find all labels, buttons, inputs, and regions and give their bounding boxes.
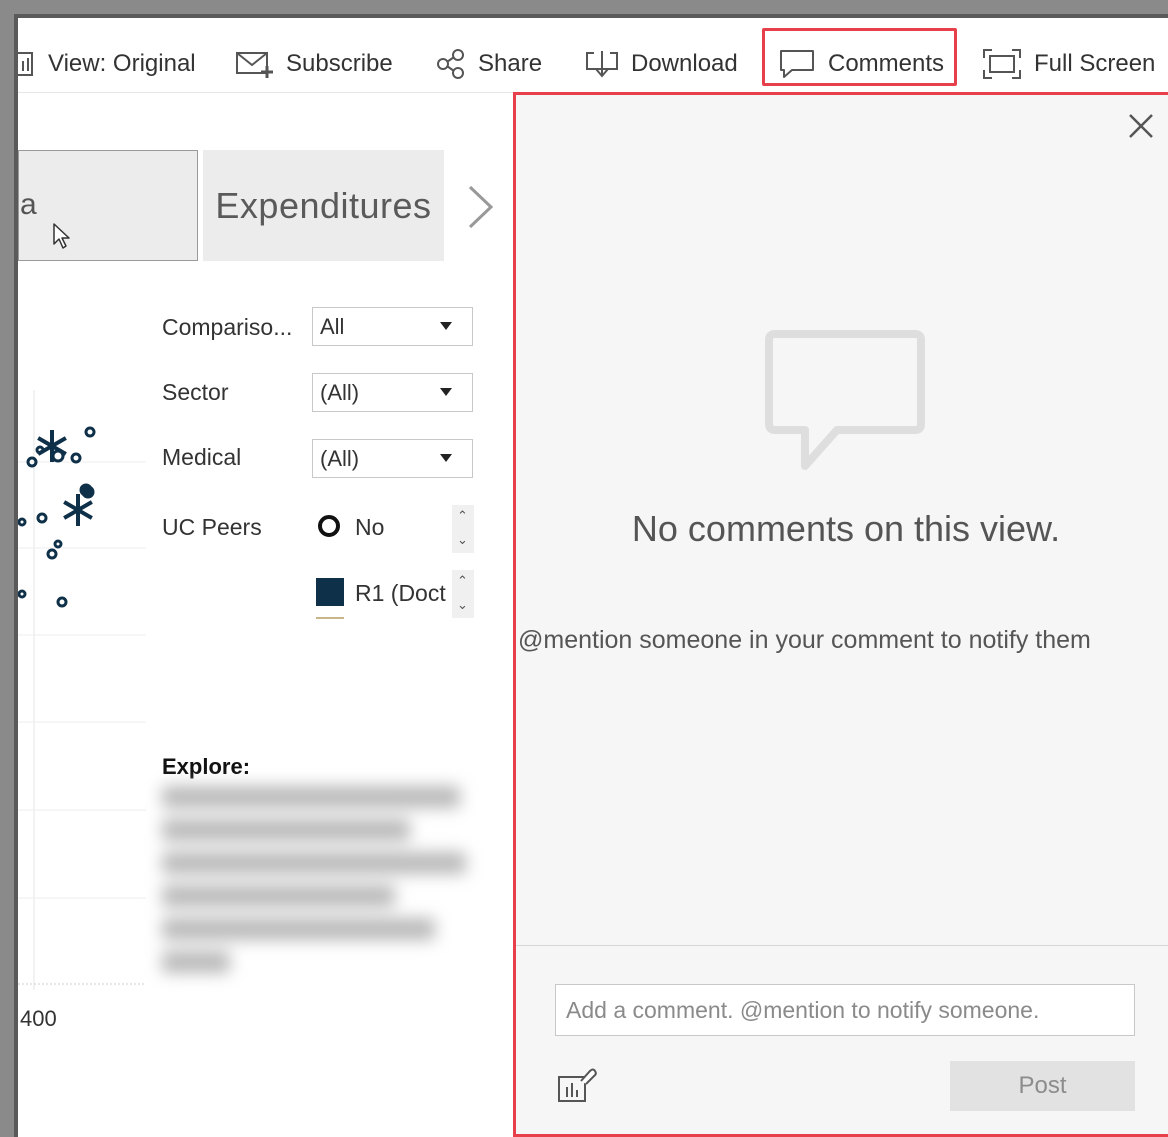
view-original-label: View: Original xyxy=(48,50,196,77)
comments-button-highlight xyxy=(762,28,957,86)
chevron-down-icon: ⌄ xyxy=(457,532,468,547)
uc-peers-no-marker[interactable] xyxy=(318,515,340,537)
caret-down-icon xyxy=(440,388,452,396)
subscribe-label: Subscribe xyxy=(286,50,393,77)
empty-comments-icon xyxy=(765,330,927,477)
scatter-point xyxy=(46,548,58,560)
chevron-right-icon[interactable] xyxy=(465,184,495,235)
subscribe-icon xyxy=(236,50,274,78)
scatter-star-marker xyxy=(63,494,93,526)
scatter-point xyxy=(18,589,27,599)
medical-dropdown[interactable]: (All) xyxy=(312,439,473,478)
view-original-button[interactable]: View: Original xyxy=(18,48,196,80)
legend-item-r1-label: R1 (Doct xyxy=(355,580,446,606)
scatter-point xyxy=(81,485,95,499)
scatter-point xyxy=(36,512,48,524)
post-button[interactable]: Post xyxy=(950,1061,1135,1111)
sector-dropdown-value: (All) xyxy=(320,379,360,405)
chevron-up-icon: ⌃ xyxy=(457,508,468,523)
uc-peers-scroll[interactable]: ⌃ ⌄ xyxy=(452,505,474,553)
full-screen-label: Full Screen xyxy=(1034,50,1156,77)
full-screen-button[interactable]: Full Screen xyxy=(982,48,1155,80)
share-icon xyxy=(436,49,466,79)
toolbar: View: Original Subscribe Share Download … xyxy=(18,18,1168,93)
scatter-point xyxy=(70,452,82,464)
tab-expenditures[interactable]: Expenditures xyxy=(203,150,444,261)
comment-input[interactable] xyxy=(555,984,1135,1036)
scatter-point xyxy=(18,517,27,527)
empty-comments-hint: @mention someone in your comment to noti… xyxy=(518,626,1091,654)
tab-active[interactable] xyxy=(18,150,198,261)
comparison-filter-label: Compariso... xyxy=(162,314,293,340)
scatter-point xyxy=(56,596,68,608)
panel-divider xyxy=(516,945,1168,946)
comparison-dropdown-value: All xyxy=(320,313,345,339)
full-screen-icon xyxy=(982,48,1022,80)
view-icon xyxy=(18,51,36,77)
sector-filter-label: Sector xyxy=(162,379,229,405)
scatter-plot[interactable] xyxy=(18,390,146,990)
close-icon[interactable] xyxy=(1127,112,1155,140)
explore-heading: Explore: xyxy=(162,754,251,779)
mouse-pointer-icon xyxy=(52,222,72,255)
caret-down-icon xyxy=(440,322,452,330)
subscribe-button[interactable]: Subscribe xyxy=(236,48,393,80)
legend-scroll[interactable]: ⌃ ⌄ xyxy=(452,570,474,618)
comparison-dropdown[interactable]: All xyxy=(312,307,473,346)
download-button[interactable]: Download xyxy=(585,48,738,80)
sector-dropdown[interactable]: (All) xyxy=(312,373,473,412)
download-icon xyxy=(585,49,619,79)
x-axis-tick-400: 400 xyxy=(20,1006,57,1031)
share-label: Share xyxy=(478,50,543,77)
explore-description-redacted xyxy=(162,786,472,996)
uc-peers-no-label: No xyxy=(355,514,385,540)
empty-comments-title: No comments on this view. xyxy=(631,508,1061,549)
uc-peers-legend-label: UC Peers xyxy=(162,514,262,540)
download-label: Download xyxy=(631,50,738,77)
legend-next-swatch xyxy=(316,617,344,619)
attach-snapshot-icon[interactable] xyxy=(556,1065,598,1110)
scatter-point xyxy=(53,539,63,549)
comments-panel xyxy=(513,92,1168,1137)
medical-dropdown-value: (All) xyxy=(320,445,360,471)
scatter-point xyxy=(84,426,96,438)
medical-filter-label: Medical xyxy=(162,444,242,470)
caret-down-icon xyxy=(440,454,452,462)
chevron-up-icon: ⌃ xyxy=(457,573,468,588)
share-button[interactable]: Share xyxy=(436,48,542,80)
chevron-down-icon: ⌄ xyxy=(457,597,468,612)
legend-item-r1[interactable]: R1 (Doct xyxy=(316,570,448,616)
tab-expenditures-label: Expenditures xyxy=(215,184,432,226)
tab-active-label: a xyxy=(20,188,37,221)
